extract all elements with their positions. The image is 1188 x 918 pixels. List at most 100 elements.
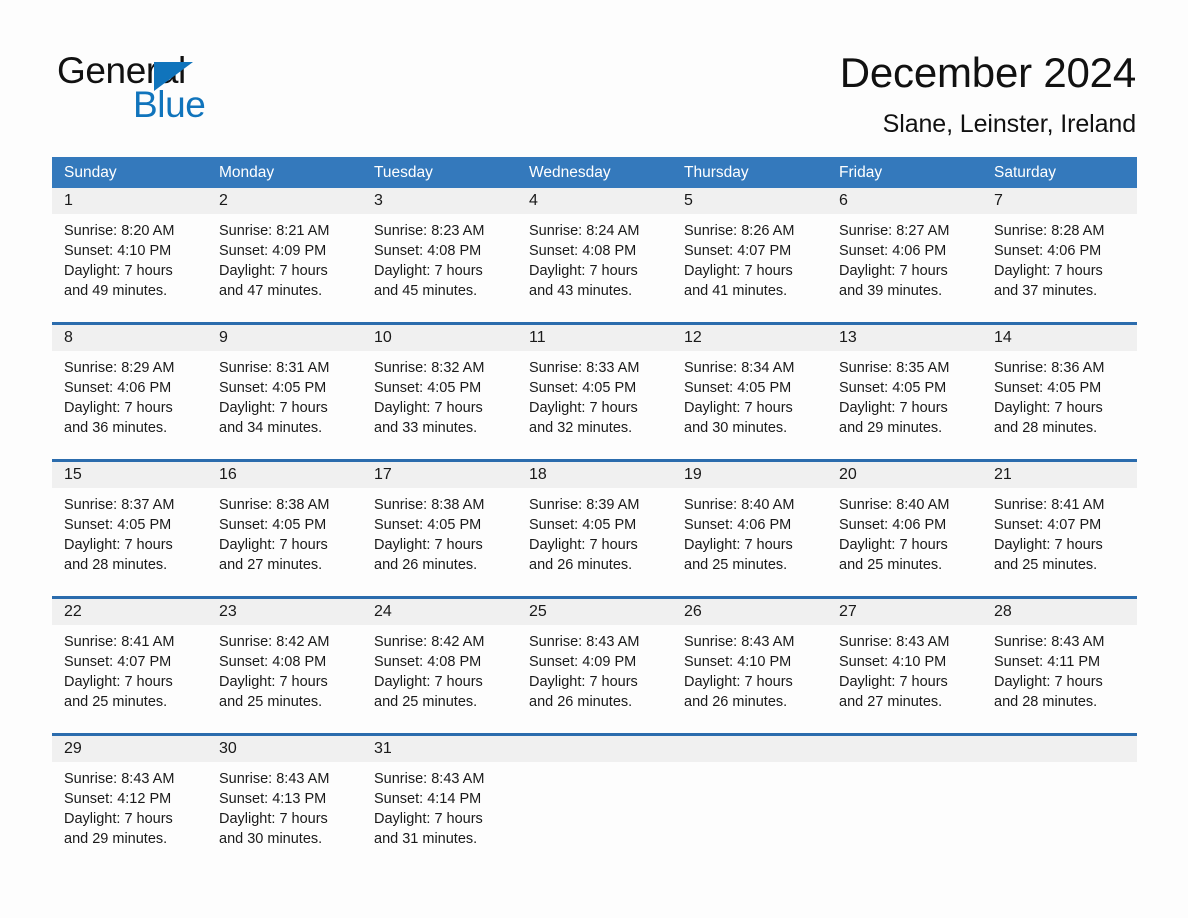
- day-number[interactable]: 9: [207, 325, 362, 351]
- sunrise-text: Sunrise: 8:43 AM: [219, 771, 330, 787]
- day-number[interactable]: 22: [52, 599, 207, 625]
- day-cell[interactable]: Sunrise: 8:33 AM Sunset: 4:05 PM Dayligh…: [517, 351, 672, 459]
- day-number[interactable]: 10: [362, 325, 517, 351]
- daylight-text-line1: Daylight: 7 hours: [839, 537, 948, 553]
- sunrise-text: Sunrise: 8:41 AM: [64, 634, 175, 650]
- day-cell[interactable]: Sunrise: 8:23 AM Sunset: 4:08 PM Dayligh…: [362, 214, 517, 322]
- day-cell[interactable]: Sunrise: 8:43 AM Sunset: 4:12 PM Dayligh…: [52, 762, 207, 866]
- day-cell[interactable]: Sunrise: 8:40 AM Sunset: 4:06 PM Dayligh…: [827, 488, 982, 596]
- day-cell[interactable]: Sunrise: 8:43 AM Sunset: 4:10 PM Dayligh…: [672, 625, 827, 733]
- generalblue-logo[interactable]: General Blue: [57, 52, 327, 132]
- day-number[interactable]: 14: [982, 325, 1137, 351]
- sunrise-text: Sunrise: 8:40 AM: [684, 497, 795, 513]
- day-cell[interactable]: Sunrise: 8:21 AM Sunset: 4:09 PM Dayligh…: [207, 214, 362, 322]
- sunrise-text: Sunrise: 8:42 AM: [219, 634, 330, 650]
- day-cell[interactable]: Sunrise: 8:36 AM Sunset: 4:05 PM Dayligh…: [982, 351, 1137, 459]
- day-number[interactable]: 2: [207, 188, 362, 214]
- day-cell[interactable]: Sunrise: 8:31 AM Sunset: 4:05 PM Dayligh…: [207, 351, 362, 459]
- daylight-text-line2: and 25 minutes.: [64, 694, 168, 710]
- daylight-text-line1: Daylight: 7 hours: [219, 537, 328, 553]
- day-cell[interactable]: Sunrise: 8:43 AM Sunset: 4:11 PM Dayligh…: [982, 625, 1137, 733]
- day-cell[interactable]: Sunrise: 8:41 AM Sunset: 4:07 PM Dayligh…: [982, 488, 1137, 596]
- day-cell[interactable]: Sunrise: 8:43 AM Sunset: 4:13 PM Dayligh…: [207, 762, 362, 866]
- day-number[interactable]: 12: [672, 325, 827, 351]
- day-number[interactable]: 31: [362, 736, 517, 762]
- sunset-text: Sunset: 4:06 PM: [64, 380, 172, 396]
- day-cell[interactable]: Sunrise: 8:43 AM Sunset: 4:09 PM Dayligh…: [517, 625, 672, 733]
- daylight-text-line2: and 29 minutes.: [839, 420, 943, 436]
- day-number[interactable]: 27: [827, 599, 982, 625]
- daylight-text-line2: and 49 minutes.: [64, 283, 168, 299]
- day-number[interactable]: 30: [207, 736, 362, 762]
- sunrise-text: Sunrise: 8:35 AM: [839, 360, 950, 376]
- sunset-text: Sunset: 4:05 PM: [529, 517, 637, 533]
- day-number-row: 8 9 10 11 12 13 14: [52, 325, 1137, 351]
- day-cell[interactable]: Sunrise: 8:41 AM Sunset: 4:07 PM Dayligh…: [52, 625, 207, 733]
- daylight-text-line2: and 32 minutes.: [529, 420, 633, 436]
- sunrise-text: Sunrise: 8:24 AM: [529, 223, 640, 239]
- day-number[interactable]: 24: [362, 599, 517, 625]
- day-cell[interactable]: Sunrise: 8:35 AM Sunset: 4:05 PM Dayligh…: [827, 351, 982, 459]
- day-number[interactable]: 6: [827, 188, 982, 214]
- daylight-text-line1: Daylight: 7 hours: [684, 263, 793, 279]
- day-number[interactable]: 17: [362, 462, 517, 488]
- day-cell[interactable]: Sunrise: 8:28 AM Sunset: 4:06 PM Dayligh…: [982, 214, 1137, 322]
- day-number[interactable]: 16: [207, 462, 362, 488]
- day-number-empty: [672, 736, 827, 762]
- daylight-text-line2: and 28 minutes.: [64, 557, 168, 573]
- day-number[interactable]: 26: [672, 599, 827, 625]
- day-cell[interactable]: Sunrise: 8:29 AM Sunset: 4:06 PM Dayligh…: [52, 351, 207, 459]
- sunset-text: Sunset: 4:11 PM: [994, 654, 1101, 670]
- day-cell[interactable]: Sunrise: 8:37 AM Sunset: 4:05 PM Dayligh…: [52, 488, 207, 596]
- day-cell[interactable]: Sunrise: 8:42 AM Sunset: 4:08 PM Dayligh…: [362, 625, 517, 733]
- day-detail-row: Sunrise: 8:20 AM Sunset: 4:10 PM Dayligh…: [52, 214, 1137, 322]
- sunset-text: Sunset: 4:13 PM: [219, 791, 327, 807]
- calendar-table: Sunday Monday Tuesday Wednesday Thursday…: [52, 157, 1137, 866]
- daylight-text-line2: and 27 minutes.: [219, 557, 323, 573]
- daylight-text-line2: and 25 minutes.: [839, 557, 943, 573]
- daylight-text-line1: Daylight: 7 hours: [219, 811, 328, 827]
- sunrise-text: Sunrise: 8:29 AM: [64, 360, 175, 376]
- day-number[interactable]: 20: [827, 462, 982, 488]
- day-number[interactable]: 29: [52, 736, 207, 762]
- day-number[interactable]: 18: [517, 462, 672, 488]
- day-cell[interactable]: Sunrise: 8:38 AM Sunset: 4:05 PM Dayligh…: [362, 488, 517, 596]
- day-number[interactable]: 19: [672, 462, 827, 488]
- sunset-text: Sunset: 4:05 PM: [374, 380, 482, 396]
- sunset-text: Sunset: 4:06 PM: [839, 243, 947, 259]
- day-number[interactable]: 8: [52, 325, 207, 351]
- day-number[interactable]: 15: [52, 462, 207, 488]
- day-number[interactable]: 3: [362, 188, 517, 214]
- day-number[interactable]: 13: [827, 325, 982, 351]
- daylight-text-line1: Daylight: 7 hours: [994, 400, 1103, 416]
- sunset-text: Sunset: 4:07 PM: [684, 243, 792, 259]
- day-cell[interactable]: Sunrise: 8:34 AM Sunset: 4:05 PM Dayligh…: [672, 351, 827, 459]
- day-number[interactable]: 11: [517, 325, 672, 351]
- day-number-empty: [827, 736, 982, 762]
- day-cell[interactable]: Sunrise: 8:42 AM Sunset: 4:08 PM Dayligh…: [207, 625, 362, 733]
- daylight-text-line2: and 30 minutes.: [219, 831, 323, 847]
- daylight-text-line1: Daylight: 7 hours: [374, 537, 483, 553]
- day-number[interactable]: 4: [517, 188, 672, 214]
- day-cell[interactable]: Sunrise: 8:38 AM Sunset: 4:05 PM Dayligh…: [207, 488, 362, 596]
- day-number[interactable]: 25: [517, 599, 672, 625]
- day-number[interactable]: 1: [52, 188, 207, 214]
- day-cell[interactable]: Sunrise: 8:40 AM Sunset: 4:06 PM Dayligh…: [672, 488, 827, 596]
- day-number-empty: [982, 736, 1137, 762]
- day-number[interactable]: 5: [672, 188, 827, 214]
- daylight-text-line2: and 37 minutes.: [994, 283, 1098, 299]
- sunrise-text: Sunrise: 8:26 AM: [684, 223, 795, 239]
- day-cell[interactable]: Sunrise: 8:32 AM Sunset: 4:05 PM Dayligh…: [362, 351, 517, 459]
- day-number[interactable]: 23: [207, 599, 362, 625]
- day-number[interactable]: 7: [982, 188, 1137, 214]
- day-cell[interactable]: Sunrise: 8:26 AM Sunset: 4:07 PM Dayligh…: [672, 214, 827, 322]
- day-cell[interactable]: Sunrise: 8:43 AM Sunset: 4:10 PM Dayligh…: [827, 625, 982, 733]
- daylight-text-line1: Daylight: 7 hours: [839, 263, 948, 279]
- day-cell[interactable]: Sunrise: 8:24 AM Sunset: 4:08 PM Dayligh…: [517, 214, 672, 322]
- day-number[interactable]: 28: [982, 599, 1137, 625]
- day-cell[interactable]: Sunrise: 8:39 AM Sunset: 4:05 PM Dayligh…: [517, 488, 672, 596]
- day-cell[interactable]: Sunrise: 8:43 AM Sunset: 4:14 PM Dayligh…: [362, 762, 517, 866]
- day-number[interactable]: 21: [982, 462, 1137, 488]
- day-cell[interactable]: Sunrise: 8:20 AM Sunset: 4:10 PM Dayligh…: [52, 214, 207, 322]
- day-cell[interactable]: Sunrise: 8:27 AM Sunset: 4:06 PM Dayligh…: [827, 214, 982, 322]
